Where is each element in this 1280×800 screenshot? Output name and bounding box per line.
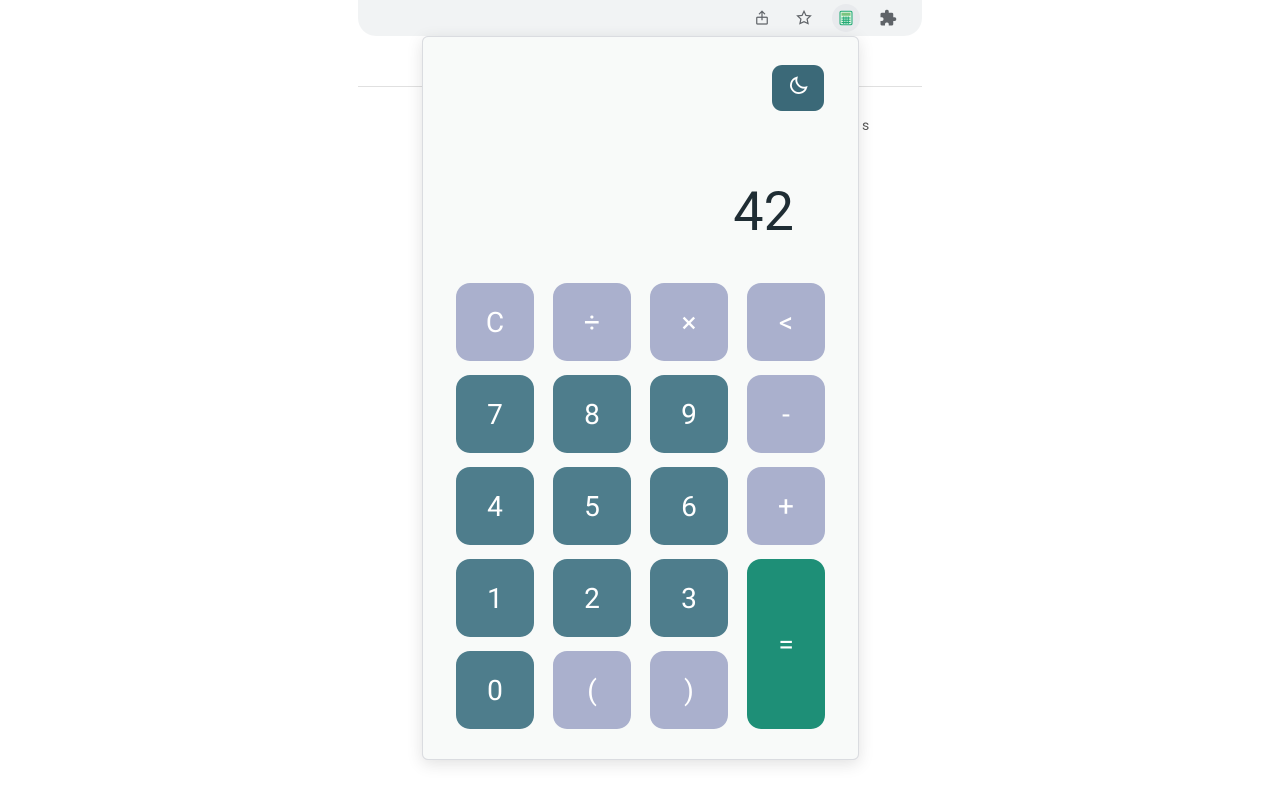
digit-5-button[interactable]: 5 xyxy=(553,467,631,545)
calculator-popup: 42 C ÷ × < 7 8 9 - 4 5 6 + 1 2 3 = 0 ( ) xyxy=(422,36,859,760)
minus-button[interactable]: - xyxy=(747,375,825,453)
multiply-button[interactable]: × xyxy=(650,283,728,361)
moon-icon xyxy=(787,75,809,101)
digit-1-button[interactable]: 1 xyxy=(456,559,534,637)
calculator-extension-icon[interactable] xyxy=(832,4,860,32)
background-text: s xyxy=(862,118,869,134)
share-icon[interactable] xyxy=(748,4,776,32)
clear-button[interactable]: C xyxy=(456,283,534,361)
calculator-display: 42 xyxy=(457,181,824,241)
digit-4-button[interactable]: 4 xyxy=(456,467,534,545)
digit-7-button[interactable]: 7 xyxy=(456,375,534,453)
digit-3-button[interactable]: 3 xyxy=(650,559,728,637)
digit-8-button[interactable]: 8 xyxy=(553,375,631,453)
extensions-icon[interactable] xyxy=(874,4,902,32)
paren-open-button[interactable]: ( xyxy=(553,651,631,729)
digit-2-button[interactable]: 2 xyxy=(553,559,631,637)
browser-toolbar xyxy=(358,0,922,36)
backspace-button[interactable]: < xyxy=(747,283,825,361)
equals-button[interactable]: = xyxy=(747,559,825,729)
theme-toggle-button[interactable] xyxy=(772,65,824,111)
plus-button[interactable]: + xyxy=(747,467,825,545)
digit-9-button[interactable]: 9 xyxy=(650,375,728,453)
divide-button[interactable]: ÷ xyxy=(553,283,631,361)
digit-0-button[interactable]: 0 xyxy=(456,651,534,729)
star-icon[interactable] xyxy=(790,4,818,32)
keypad: C ÷ × < 7 8 9 - 4 5 6 + 1 2 3 = 0 ( ) xyxy=(457,283,824,729)
digit-6-button[interactable]: 6 xyxy=(650,467,728,545)
paren-close-button[interactable]: ) xyxy=(650,651,728,729)
